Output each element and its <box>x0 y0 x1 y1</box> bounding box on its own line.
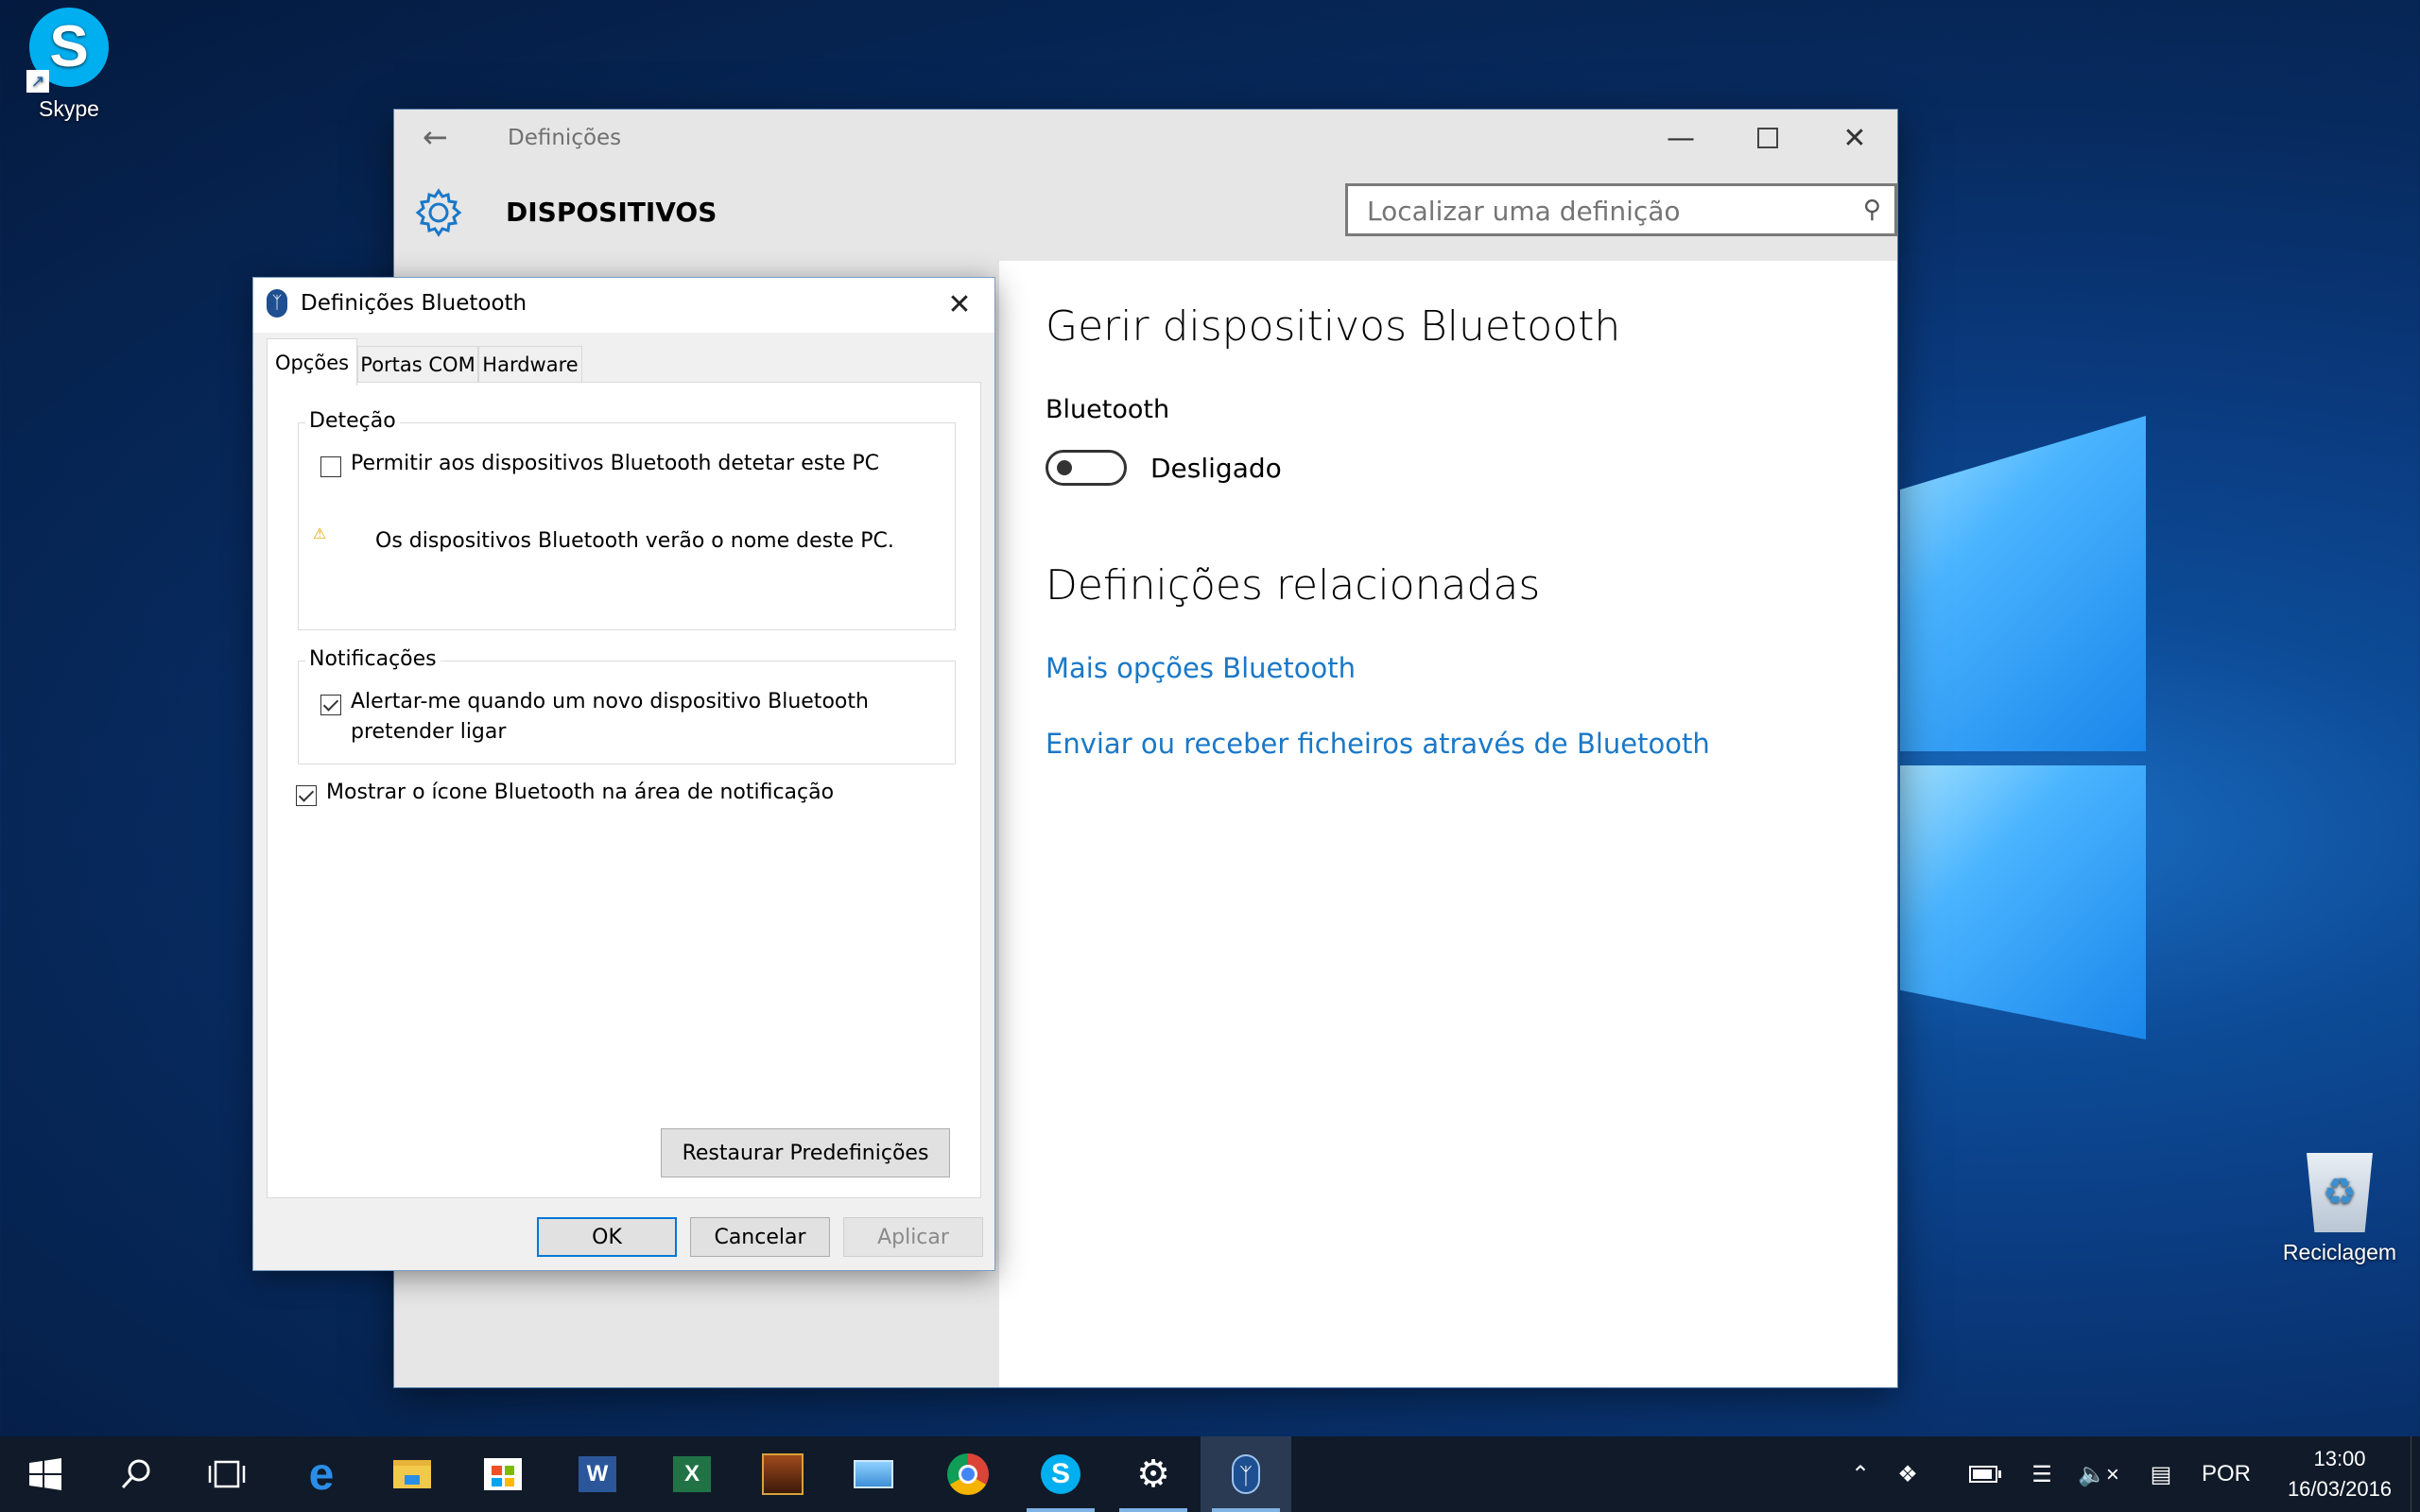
alert-label-line2: pretender ligar <box>351 720 507 744</box>
show-desktop-button[interactable] <box>2411 1436 2420 1512</box>
notification-icon: ▤ <box>2150 1461 2172 1487</box>
start-icon <box>29 1458 61 1490</box>
edge-button[interactable]: e <box>276 1436 367 1512</box>
skype-taskbar-button[interactable]: S <box>1015 1436 1106 1512</box>
allow-detection-label[interactable]: Permitir aos dispositivos Bluetooth dete… <box>351 449 879 479</box>
battery-tray-button[interactable] <box>1962 1436 2004 1512</box>
cancel-button[interactable]: Cancelar <box>690 1217 830 1257</box>
dialog-titlebar: ᛉ Definições Bluetooth ✕ <box>253 278 994 333</box>
control-panel-icon <box>854 1460 893 1488</box>
dropbox-tray-button[interactable]: ❖ <box>1887 1436 1928 1512</box>
chrome-button[interactable] <box>923 1436 1013 1512</box>
windows-logo-pane <box>1900 416 2146 751</box>
settings-icon: ⚙ <box>1136 1452 1170 1496</box>
alert-new-device-checkbox[interactable] <box>320 695 341 715</box>
tab-opcoes[interactable]: Opções <box>267 338 357 386</box>
chrome-icon <box>947 1453 989 1495</box>
bluetooth-icon: ᛉ <box>267 289 287 318</box>
skype-desktop-shortcut[interactable]: S ↗ Skype <box>17 8 121 122</box>
clock-time: 13:00 <box>2313 1447 2366 1470</box>
shortcut-arrow-icon: ↗ <box>26 70 49 93</box>
game-button[interactable] <box>737 1436 828 1512</box>
store-icon <box>484 1458 522 1490</box>
bluetooth-taskbar-button[interactable]: ᛉ <box>1201 1436 1291 1512</box>
minimize-button[interactable]: — <box>1638 110 1723 166</box>
task-view-button[interactable] <box>182 1436 272 1512</box>
gear-icon <box>415 188 462 237</box>
warning-text: Os dispositivos Bluetooth verão o nome d… <box>375 529 894 553</box>
wifi-icon: ☰ <box>2031 1461 2052 1487</box>
control-panel-button[interactable] <box>828 1436 919 1512</box>
section-title: DISPOSITIVOS <box>506 197 717 228</box>
close-button[interactable]: ✕ <box>1812 110 1897 166</box>
tab-portas-com[interactable]: Portas COM <box>357 346 478 384</box>
show-tray-icon-checkbox[interactable] <box>296 785 317 806</box>
bluetooth-icon: ᛉ <box>1232 1454 1260 1494</box>
related-heading: Definições relacionadas <box>1046 561 1541 610</box>
show-hidden-icons-button[interactable]: ⌃ <box>1841 1436 1879 1512</box>
search-icon: ⚲ <box>1862 196 1881 224</box>
search-box[interactable]: ⚲ <box>1345 183 1897 236</box>
back-arrow-icon[interactable]: ← <box>423 119 448 155</box>
toggle-state-label: Desligado <box>1150 453 1282 484</box>
windows-logo-pane <box>1900 765 2146 1040</box>
network-tray-button[interactable]: ☰ <box>2021 1436 2063 1512</box>
file-explorer-icon <box>393 1460 431 1488</box>
start-button[interactable] <box>0 1436 91 1512</box>
word-icon: W <box>579 1456 616 1492</box>
tab-hardware[interactable]: Hardware <box>478 346 582 384</box>
recycle-bin-shortcut[interactable]: ♻ Reciclagem <box>2269 1153 2411 1265</box>
warning-icon: ⚠ <box>313 524 327 542</box>
search-button[interactable] <box>91 1436 182 1512</box>
notifications-group-label: Notificações <box>305 647 441 671</box>
bluetooth-settings-dialog: ᛉ Definições Bluetooth ✕ Opções Portas C… <box>253 278 994 1270</box>
dialog-close-button[interactable]: ✕ <box>938 284 981 327</box>
send-receive-files-link[interactable]: Enviar ou receber ficheiros através de B… <box>1046 728 1710 760</box>
settings-titlebar: ← Definições — ✕ DISPOSITIVOS ⚲ <box>394 110 1897 261</box>
show-tray-icon-label[interactable]: Mostrar o ícone Bluetooth na área de not… <box>326 778 834 808</box>
action-center-button[interactable]: ▤ <box>2140 1436 2182 1512</box>
excel-button[interactable]: X <box>647 1436 737 1512</box>
alert-label-line1: Alertar-me quando um novo dispositivo Bl… <box>351 690 869 713</box>
word-button[interactable]: W <box>552 1436 643 1512</box>
toggle-knob <box>1057 460 1072 475</box>
chevron-up-icon: ⌃ <box>1850 1461 1871 1487</box>
excel-icon: X <box>673 1456 711 1492</box>
ok-button[interactable]: OK <box>537 1217 677 1257</box>
edge-icon: e <box>308 1449 335 1500</box>
maximize-button[interactable] <box>1725 110 1810 166</box>
dropbox-icon: ❖ <box>1897 1461 1918 1487</box>
restore-defaults-button[interactable]: Restaurar Predefinições <box>661 1128 950 1177</box>
allow-detection-checkbox[interactable] <box>320 456 341 477</box>
file-explorer-button[interactable] <box>367 1436 458 1512</box>
bluetooth-label: Bluetooth <box>1046 395 1170 424</box>
apply-button[interactable]: Aplicar <box>843 1217 983 1257</box>
store-button[interactable] <box>458 1436 548 1512</box>
skype-label: Skype <box>39 96 99 121</box>
recycle-bin-icon: ♻ <box>2307 1153 2373 1232</box>
page-heading: Gerir dispositivos Bluetooth <box>1046 302 1621 351</box>
alert-new-device-label[interactable]: Alertar-me quando um novo dispositivo Bl… <box>351 687 869 747</box>
volume-muted-icon: 🔈× <box>2078 1461 2119 1487</box>
maximize-icon <box>1757 128 1778 148</box>
recycle-bin-label: Reciclagem <box>2282 1240 2397 1264</box>
settings-taskbar-button[interactable]: ⚙ <box>1108 1436 1199 1512</box>
more-bluetooth-options-link[interactable]: Mais opções Bluetooth <box>1046 652 1356 684</box>
search-input[interactable] <box>1348 186 1860 235</box>
detection-group-label: Deteção <box>305 409 400 433</box>
volume-tray-button[interactable]: 🔈× <box>2078 1436 2119 1512</box>
skype-icon: S <box>1041 1454 1080 1494</box>
task-view-icon <box>208 1460 246 1488</box>
language-indicator[interactable]: POR <box>2199 1436 2254 1512</box>
game-icon <box>762 1453 804 1495</box>
window-title: Definições <box>508 126 622 150</box>
bluetooth-toggle[interactable] <box>1046 450 1127 486</box>
taskbar: e W X S ⚙ ᛉ ⌃ ❖ ☰ 🔈× ▤ POR 13:00 16/03/2… <box>0 1436 2420 1512</box>
options-tab-panel: Deteção Permitir aos dispositivos Blueto… <box>267 382 981 1198</box>
battery-icon <box>1969 1466 2001 1483</box>
clock-date: 16/03/2016 <box>2287 1477 2393 1501</box>
clock[interactable]: 13:00 16/03/2016 <box>2269 1436 2411 1512</box>
search-icon <box>121 1459 150 1489</box>
dialog-title: Definições Bluetooth <box>301 291 527 316</box>
